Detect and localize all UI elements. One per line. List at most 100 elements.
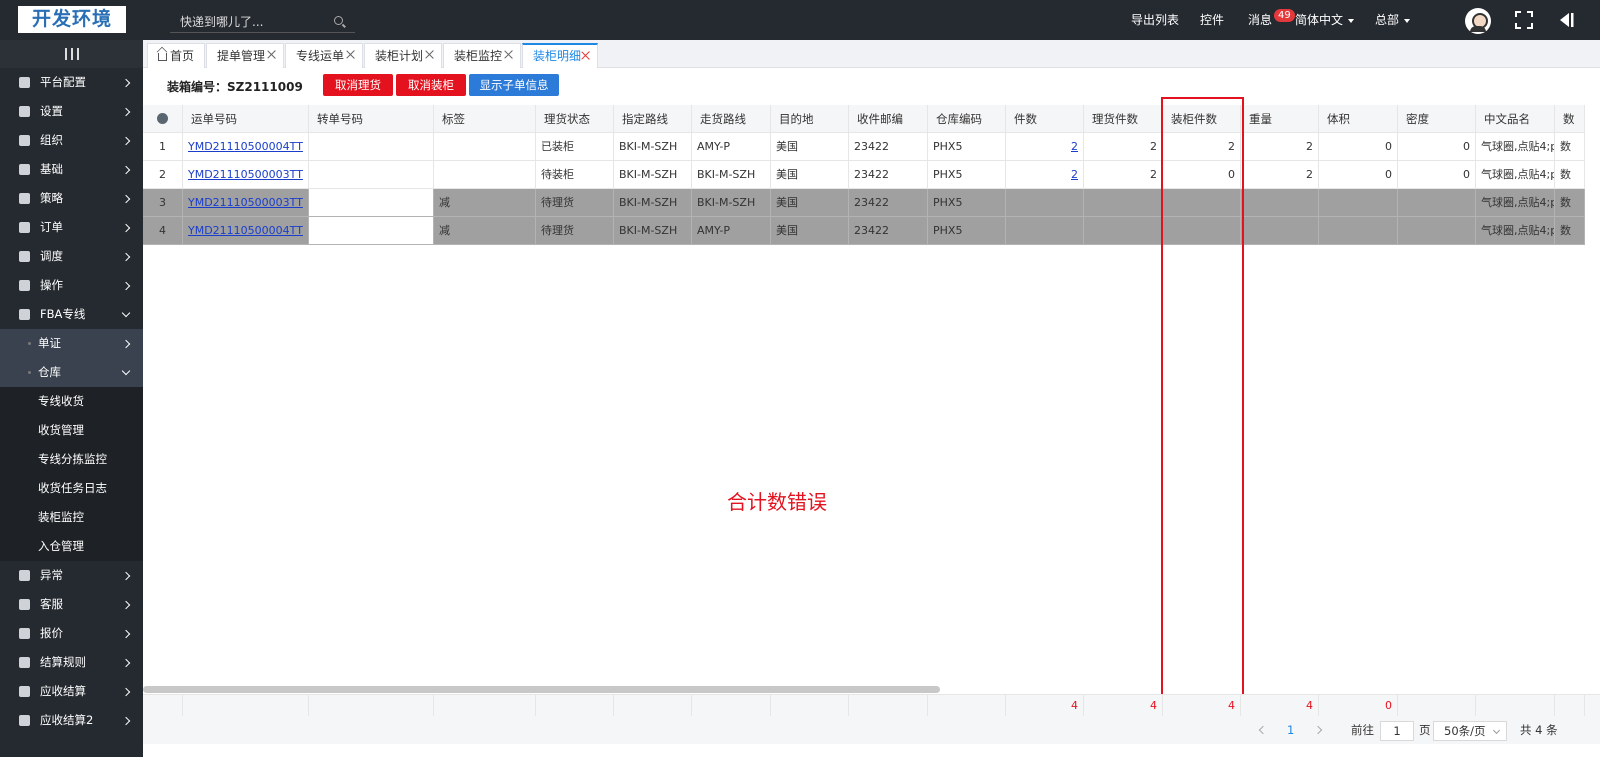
sidebar-item-label: 平台配置 [40,75,86,89]
sidebar-item-5[interactable]: 订单 [0,213,143,242]
column-header[interactable]: 数 [1555,105,1585,133]
cell-qty[interactable]: 2 [1006,161,1084,189]
table-row[interactable]: 4 YMD21110500004TT 减待理货 BKI-M-SZH AMY-P 美国 234… [143,217,1600,245]
export-list-link[interactable]: 导出列表 [1131,0,1179,40]
column-header[interactable]: 走货路线 [692,105,771,133]
chevron-right-icon [121,223,131,233]
page-size-select[interactable]: 50条/页 [1433,721,1507,741]
column-header[interactable]: 密度 [1398,105,1476,133]
column-header[interactable]: 标签 [434,105,536,133]
sidebar-item-bottom-1[interactable]: 客服 [0,590,143,619]
cell-qty[interactable] [1006,217,1084,245]
show-sub-info-button[interactable]: 显示子单信息 [469,74,559,96]
column-header[interactable]: 体积 [1319,105,1398,133]
waybill-link[interactable]: YMD21110500003TT [188,168,303,181]
sidebar-sub-warehouse[interactable]: 仓库 [0,358,143,387]
column-header[interactable]: 件数 [1006,105,1084,133]
gear-icon[interactable] [157,113,168,124]
table-row[interactable]: 1 YMD21110500004TT 已装柜 BKI-M-SZH AMY-P 美国 2342… [143,133,1600,161]
cell-zip: 23422 [849,133,928,161]
column-header[interactable]: 转单号码 [309,105,434,133]
collapse-panel-icon[interactable] [1557,12,1575,28]
column-header[interactable]: 仓库编码 [928,105,1006,133]
waybill-link[interactable]: YMD21110500004TT [188,224,303,237]
tab-load-detail[interactable]: 装柜明细 [522,43,598,68]
quantity-link[interactable]: 2 [1071,168,1078,181]
column-header[interactable]: 理货状态 [536,105,614,133]
sidebar-item-8[interactable]: FBA专线 [0,300,143,329]
table-row[interactable]: 3 YMD21110500003TT 减待理货 BKI-M-SZH BKI-M-SZH 美… [143,189,1600,217]
sidebar-item-bottom-4[interactable]: 应收结算 [0,677,143,706]
sidebar-item-bottom-5[interactable]: 应收结算2 [0,706,143,735]
tab-load-monitor[interactable]: 装柜监控 [443,43,521,68]
org-dropdown[interactable]: 总部 [1375,0,1411,40]
tab-line-waybill[interactable]: 专线运单 [285,43,363,68]
fullscreen-icon[interactable] [1515,11,1533,29]
column-settings-cell[interactable] [143,105,183,133]
sidebar-leaf-receive-mgmt[interactable]: 收货管理 [0,416,143,445]
cancel-sort-button[interactable]: 取消理货 [323,74,393,96]
sidebar-item-3[interactable]: 基础 [0,155,143,184]
column-header[interactable]: 中文品名 [1476,105,1555,133]
close-icon[interactable] [267,49,277,59]
messages-link[interactable]: 消息 49 [1248,0,1295,40]
sidebar-item-6[interactable]: 调度 [0,242,143,271]
sidebar-leaf-sort-monitor[interactable]: 专线分拣监控 [0,445,143,474]
close-icon[interactable] [581,50,591,60]
sidebar-item-2[interactable]: 组织 [0,126,143,155]
column-header[interactable]: 理货件数 [1084,105,1163,133]
monitor-icon [19,657,30,668]
column-header[interactable]: 运单号码 [183,105,309,133]
sidebar-item-label: FBA专线 [40,307,86,321]
cell-waybill[interactable]: YMD21110500003TT [183,189,309,217]
alert-icon [19,570,30,581]
user-avatar[interactable] [1465,8,1491,34]
cell-qty[interactable] [1006,189,1084,217]
quantity-link[interactable]: 2 [1071,140,1078,153]
tab-load-plan[interactable]: 装柜计划 [364,43,442,68]
waybill-link[interactable]: YMD21110500004TT [188,140,303,153]
waybill-link[interactable]: YMD21110500003TT [188,196,303,209]
language-dropdown[interactable]: 简体中文 [1295,0,1355,40]
cell-waybill[interactable]: YMD21110500003TT [183,161,309,189]
global-search-input[interactable]: 快递到哪儿了... [170,11,355,33]
sidebar-item-0[interactable]: 平台配置 [0,68,143,97]
app-logo[interactable]: 开发环境 [18,6,126,33]
table-row[interactable]: 2 YMD21110500003TT 待装柜 BKI-M-SZH BKI-M-SZH 美国… [143,161,1600,189]
close-icon[interactable] [504,49,514,59]
cancel-load-button[interactable]: 取消装柜 [396,74,466,96]
sidebar-item-7[interactable]: 操作 [0,271,143,300]
tab-bill-mgmt[interactable]: 提单管理 [206,43,284,68]
sidebar-item-bottom-2[interactable]: 报价 [0,619,143,648]
widgets-link[interactable]: 控件 [1200,0,1224,40]
sidebar-item-label: 操作 [40,278,63,292]
sidebar-item-bottom-3[interactable]: 结算规则 [0,648,143,677]
tab-home[interactable]: 首页 [147,43,205,68]
goto-page-input[interactable]: 1 [1380,721,1414,741]
column-header[interactable]: 收件邮编 [849,105,928,133]
column-header[interactable]: 目的地 [771,105,849,133]
sidebar-leaf-load-monitor[interactable]: 装柜监控 [0,503,143,532]
next-page-icon[interactable] [1313,725,1323,735]
search-icon[interactable] [334,16,343,25]
sidebar-item-1[interactable]: 设置 [0,97,143,126]
prev-page-icon[interactable] [1258,725,1268,735]
column-header[interactable]: 重量 [1241,105,1319,133]
sidebar-item-label: 基础 [40,162,63,176]
sidebar-item-bottom-0[interactable]: 异常 [0,561,143,590]
cell-qty[interactable]: 2 [1006,133,1084,161]
sidebar-leaf-inbound-mgmt[interactable]: 入仓管理 [0,532,143,561]
cell-waybill[interactable]: YMD21110500004TT [183,217,309,245]
sidebar-toggle-button[interactable] [0,40,143,68]
sidebar-item-4[interactable]: 策略 [0,184,143,213]
sidebar-leaf-receive-log[interactable]: 收货任务日志 [0,474,143,503]
sidebar-sub-docs[interactable]: 单证 [0,329,143,358]
sidebar-leaf-line-receive[interactable]: 专线收货 [0,387,143,416]
cell-volume [1319,189,1398,217]
cell-waybill[interactable]: YMD21110500004TT [183,133,309,161]
horizontal-scrollbar[interactable] [143,686,940,693]
column-header[interactable]: 指定路线 [614,105,692,133]
close-icon[interactable] [425,49,435,59]
close-icon[interactable] [346,49,356,59]
current-page[interactable]: 1 [1287,716,1294,744]
